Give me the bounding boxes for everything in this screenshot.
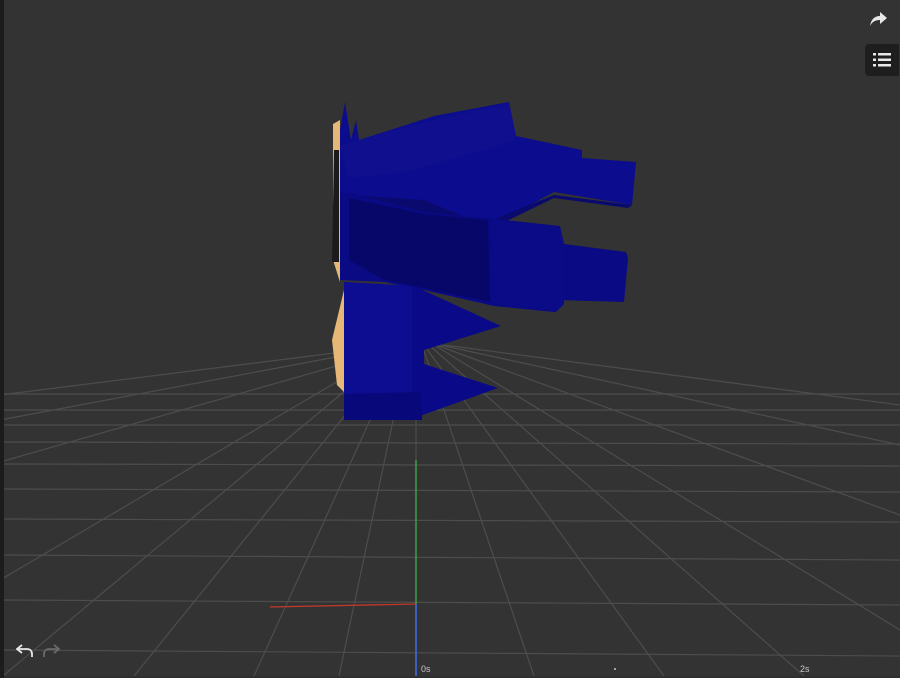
- timeline-end-label: 2s: [800, 664, 810, 674]
- redo-icon: [43, 644, 60, 657]
- undo-icon: [16, 644, 33, 657]
- 3d-model[interactable]: [332, 102, 636, 420]
- redo-button[interactable]: [40, 640, 62, 662]
- axes: [269, 460, 417, 676]
- scene-canvas[interactable]: [4, 0, 900, 676]
- list-icon: [873, 53, 891, 67]
- timeline[interactable]: 0s 2s: [0, 660, 900, 678]
- 3d-viewport[interactable]: [4, 0, 900, 676]
- share-arrow-icon: [870, 12, 887, 26]
- undo-button[interactable]: [14, 640, 36, 662]
- timeline-midpoint-marker: [614, 668, 616, 670]
- timeline-start-label: 0s: [421, 664, 431, 674]
- menu-button[interactable]: [865, 44, 899, 76]
- share-button[interactable]: [866, 6, 892, 32]
